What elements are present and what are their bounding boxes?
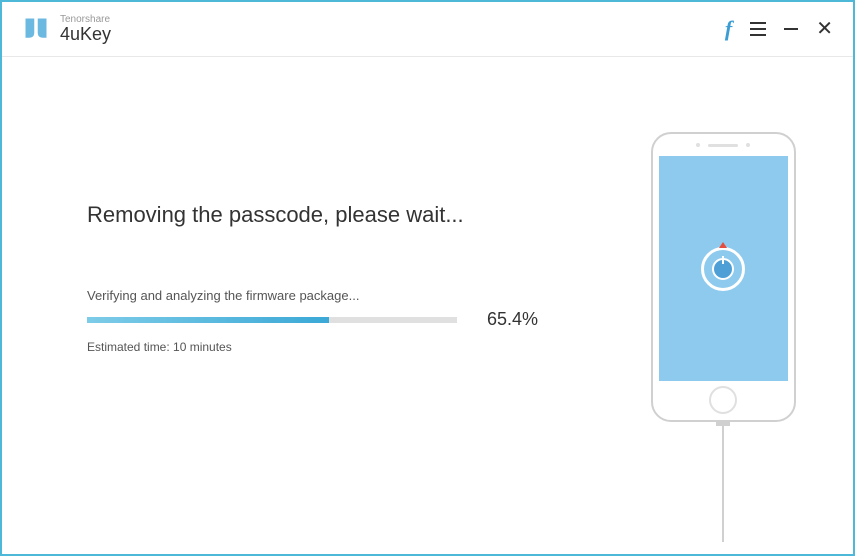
compass-pointer-icon (719, 242, 727, 248)
cable-icon (722, 422, 724, 542)
phone-top (653, 134, 794, 156)
phone-home-button-icon (709, 386, 737, 414)
page-title: Removing the passcode, please wait... (87, 202, 593, 228)
close-button[interactable]: ✕ (816, 19, 833, 39)
status-text: Verifying and analyzing the firmware pac… (87, 288, 593, 303)
main-content: Removing the passcode, please wait... Ve… (2, 57, 853, 554)
phone-speaker-icon (708, 144, 738, 147)
window-controls: f ✕ (725, 16, 833, 42)
progress-row: 65.4% (87, 309, 593, 330)
phone-icon (651, 132, 796, 422)
progress-fill (87, 317, 329, 323)
app-logo-icon (22, 15, 50, 43)
device-illustration (593, 57, 853, 554)
brand: Tenorshare 4uKey (22, 14, 111, 45)
facebook-icon[interactable]: f (725, 16, 732, 42)
progress-bar (87, 317, 457, 323)
estimated-time: Estimated time: 10 minutes (87, 340, 593, 354)
progress-percent: 65.4% (487, 309, 538, 330)
phone-sensor-icon (746, 143, 750, 147)
progress-panel: Removing the passcode, please wait... Ve… (2, 57, 593, 554)
phone-camera-icon (696, 143, 700, 147)
brand-text: Tenorshare 4uKey (60, 14, 111, 45)
compass-inner-icon (712, 258, 734, 280)
company-name: Tenorshare (60, 14, 111, 25)
compass-icon (701, 247, 745, 291)
minimize-button[interactable] (784, 28, 798, 30)
phone-screen (659, 156, 788, 381)
menu-icon[interactable] (750, 22, 766, 36)
title-bar: Tenorshare 4uKey f ✕ (2, 2, 853, 57)
product-name: 4uKey (60, 25, 111, 45)
